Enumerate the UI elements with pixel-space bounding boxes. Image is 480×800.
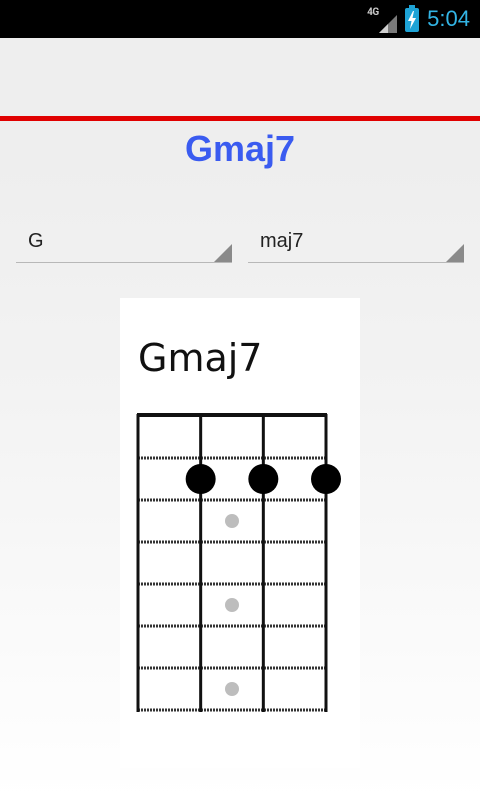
root-note-value: G [28,230,44,252]
finger-position-dot [248,464,279,494]
finger-position-dot [185,464,216,494]
chord-quality-value: maj7 [260,230,304,252]
nut-line [137,413,327,417]
fret-marker-dot [225,514,239,528]
status-icons: 4G 5:04 [367,0,470,38]
status-time: 5:04 [427,6,470,31]
action-bar [0,38,480,121]
battery-charging-icon [405,5,420,32]
chord-diagram: Gmaj7 [120,298,360,768]
chord-quality-spinner[interactable]: maj7 [248,218,464,263]
network-type-label: 4G [367,7,379,18]
chord-title: Gmaj7 [184,128,296,169]
finger-position-dot [311,464,341,494]
dropdown-arrow-icon [446,244,464,262]
fretboard [136,413,341,712]
signal-icon: 4G [367,5,398,33]
status-bar: 4G 5:04 [0,0,480,38]
root-note-spinner[interactable]: G [16,218,232,263]
dropdown-arrow-icon [214,244,232,262]
fret-marker-dot [225,598,239,612]
fret-marker-dot [225,682,239,696]
